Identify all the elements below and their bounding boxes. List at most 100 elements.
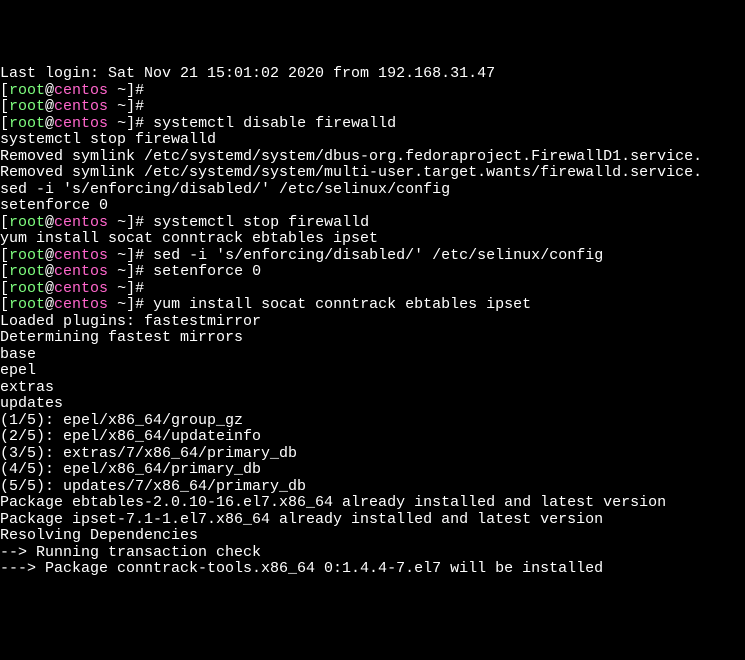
prompt-path: ~ bbox=[117, 263, 126, 280]
terminal-line: [root@centos ~]# bbox=[0, 83, 745, 100]
prompt-symbol: # bbox=[135, 280, 153, 297]
bracket-close: ] bbox=[126, 296, 135, 313]
prompt-user: root bbox=[9, 82, 45, 99]
bracket-open: [ bbox=[0, 82, 9, 99]
bracket-close: ] bbox=[126, 214, 135, 231]
prompt-path: ~ bbox=[117, 98, 126, 115]
bracket-close: ] bbox=[126, 280, 135, 297]
terminal-line: updates bbox=[0, 396, 745, 413]
at-symbol: @ bbox=[45, 82, 54, 99]
terminal-line: [root@centos ~]# bbox=[0, 281, 745, 298]
output-text: updates bbox=[0, 395, 63, 412]
terminal-line: [root@centos ~]# setenforce 0 bbox=[0, 264, 745, 281]
prompt-symbol: # bbox=[135, 82, 153, 99]
output-text: epel bbox=[0, 362, 36, 379]
bracket-open: [ bbox=[0, 247, 9, 264]
terminal-line: [root@centos ~]# yum install socat connt… bbox=[0, 297, 745, 314]
terminal-line: Determining fastest mirrors bbox=[0, 330, 745, 347]
terminal-line: (2/5): epel/x86_64/updateinfo bbox=[0, 429, 745, 446]
command-text: systemctl stop firewalld bbox=[153, 214, 369, 231]
bracket-close: ] bbox=[126, 82, 135, 99]
terminal-line: [root@centos ~]# systemctl stop firewall… bbox=[0, 215, 745, 232]
bracket-open: [ bbox=[0, 296, 9, 313]
at-symbol: @ bbox=[45, 115, 54, 132]
output-text: (1/5): epel/x86_64/group_gz bbox=[0, 412, 243, 429]
bracket-close: ] bbox=[126, 98, 135, 115]
command-text: yum install socat conntrack ebtables ips… bbox=[153, 296, 531, 313]
prompt-host: centos bbox=[54, 115, 108, 132]
prompt-user: root bbox=[9, 115, 45, 132]
output-text: Determining fastest mirrors bbox=[0, 329, 243, 346]
at-symbol: @ bbox=[45, 98, 54, 115]
prompt-host: centos bbox=[54, 247, 108, 264]
terminal-line: (4/5): epel/x86_64/primary_db bbox=[0, 462, 745, 479]
at-symbol: @ bbox=[45, 247, 54, 264]
output-text: Package ebtables-2.0.10-16.el7.x86_64 al… bbox=[0, 494, 666, 511]
output-text: setenforce 0 bbox=[0, 197, 108, 214]
terminal-line: [root@centos ~]# systemctl disable firew… bbox=[0, 116, 745, 133]
prompt-symbol: # bbox=[135, 263, 153, 280]
bracket-close: ] bbox=[126, 263, 135, 280]
output-text: extras bbox=[0, 379, 54, 396]
terminal-line: --> Running transaction check bbox=[0, 545, 745, 562]
bracket-open: [ bbox=[0, 115, 9, 132]
prompt-host: centos bbox=[54, 280, 108, 297]
prompt-symbol: # bbox=[135, 115, 153, 132]
prompt-path: ~ bbox=[117, 82, 126, 99]
terminal-line: Loaded plugins: fastestmirror bbox=[0, 314, 745, 331]
terminal-line: (3/5): extras/7/x86_64/primary_db bbox=[0, 446, 745, 463]
output-text: Resolving Dependencies bbox=[0, 527, 198, 544]
prompt-path: ~ bbox=[117, 280, 126, 297]
output-text: Package ipset-7.1-1.el7.x86_64 already i… bbox=[0, 511, 603, 528]
bracket-open: [ bbox=[0, 263, 9, 280]
prompt-user: root bbox=[9, 214, 45, 231]
prompt-user: root bbox=[9, 263, 45, 280]
terminal-line: yum install socat conntrack ebtables ips… bbox=[0, 231, 745, 248]
output-text: (5/5): updates/7/x86_64/primary_db bbox=[0, 478, 306, 495]
terminal-line: sed -i 's/enforcing/disabled/' /etc/seli… bbox=[0, 182, 745, 199]
terminal-line: epel bbox=[0, 363, 745, 380]
prompt-host: centos bbox=[54, 296, 108, 313]
prompt-user: root bbox=[9, 280, 45, 297]
terminal-line: setenforce 0 bbox=[0, 198, 745, 215]
terminal-output[interactable]: Last login: Sat Nov 21 15:01:02 2020 fro… bbox=[0, 66, 745, 578]
prompt-symbol: # bbox=[135, 247, 153, 264]
command-text: setenforce 0 bbox=[153, 263, 261, 280]
prompt-user: root bbox=[9, 296, 45, 313]
terminal-line: Removed symlink /etc/systemd/system/dbus… bbox=[0, 149, 745, 166]
at-symbol: @ bbox=[45, 263, 54, 280]
terminal-line: extras bbox=[0, 380, 745, 397]
output-text: yum install socat conntrack ebtables ips… bbox=[0, 230, 378, 247]
at-symbol: @ bbox=[45, 214, 54, 231]
output-text: --> Running transaction check bbox=[0, 544, 261, 561]
output-text: (3/5): extras/7/x86_64/primary_db bbox=[0, 445, 297, 462]
prompt-host: centos bbox=[54, 82, 108, 99]
prompt-path: ~ bbox=[117, 296, 126, 313]
bracket-close: ] bbox=[126, 247, 135, 264]
output-text: Removed symlink /etc/systemd/system/dbus… bbox=[0, 148, 702, 165]
prompt-path: ~ bbox=[117, 115, 126, 132]
terminal-line: (1/5): epel/x86_64/group_gz bbox=[0, 413, 745, 430]
terminal-line: Removed symlink /etc/systemd/system/mult… bbox=[0, 165, 745, 182]
prompt-host: centos bbox=[54, 214, 108, 231]
prompt-path: ~ bbox=[117, 247, 126, 264]
output-text: Removed symlink /etc/systemd/system/mult… bbox=[0, 164, 702, 181]
at-symbol: @ bbox=[45, 280, 54, 297]
prompt-host: centos bbox=[54, 263, 108, 280]
prompt-user: root bbox=[9, 247, 45, 264]
terminal-line: Package ipset-7.1-1.el7.x86_64 already i… bbox=[0, 512, 745, 529]
terminal-line: base bbox=[0, 347, 745, 364]
bracket-close: ] bbox=[126, 115, 135, 132]
terminal-line: [root@centos ~]# sed -i 's/enforcing/dis… bbox=[0, 248, 745, 265]
terminal-line: systemctl stop firewalld bbox=[0, 132, 745, 149]
terminal-line: Resolving Dependencies bbox=[0, 528, 745, 545]
output-text: base bbox=[0, 346, 36, 363]
bracket-open: [ bbox=[0, 280, 9, 297]
output-text: Last login: Sat Nov 21 15:01:02 2020 fro… bbox=[0, 65, 495, 82]
prompt-user: root bbox=[9, 98, 45, 115]
output-text: (4/5): epel/x86_64/primary_db bbox=[0, 461, 261, 478]
terminal-line: (5/5): updates/7/x86_64/primary_db bbox=[0, 479, 745, 496]
prompt-path: ~ bbox=[117, 214, 126, 231]
output-text: ---> Package conntrack-tools.x86_64 0:1.… bbox=[0, 560, 603, 577]
output-text: sed -i 's/enforcing/disabled/' /etc/seli… bbox=[0, 181, 450, 198]
